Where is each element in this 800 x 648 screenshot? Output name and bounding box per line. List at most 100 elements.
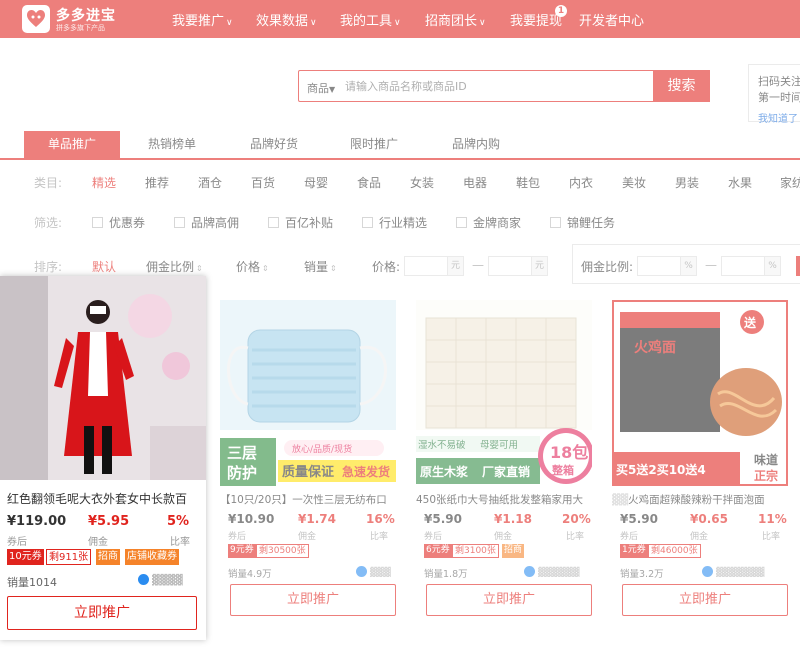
price-max-input[interactable]: 元 — [488, 256, 548, 276]
nav-label: 我要推广 — [172, 14, 225, 29]
checkbox[interactable] — [92, 217, 103, 228]
filter-koi-task[interactable]: 锦鲤任务 — [550, 214, 615, 231]
promote-button[interactable]: 立即推广 — [7, 596, 197, 630]
tab-limited[interactable]: 限时推广 — [326, 131, 422, 158]
unit-label: 元 — [447, 257, 463, 275]
category-item[interactable]: 内衣 — [569, 174, 593, 191]
category-item[interactable]: 美妆 — [622, 174, 646, 191]
checkbox[interactable] — [268, 217, 279, 228]
search-input[interactable] — [345, 72, 645, 100]
nav-label: 我的工具 — [340, 14, 393, 29]
rate-label: 比率 — [370, 532, 389, 542]
product-rate: 5% — [167, 514, 190, 529]
chevron-down-icon: ∨ — [226, 18, 233, 28]
coupon-tag: 6元券 — [424, 544, 452, 558]
sort-default[interactable]: 默认 — [92, 258, 116, 275]
product-card[interactable]: 湿水不易破 母婴可用 原生木浆 厂家直销 18包 整箱 450张纸巾大号抽纸批发… — [416, 300, 592, 622]
product-price: ¥5.90 — [620, 512, 658, 526]
checkbox[interactable] — [456, 217, 467, 228]
product-image[interactable]: 三层 防护 放心/品质/现货 质量保证 急速发货 — [220, 300, 396, 486]
logo-icon — [27, 10, 45, 27]
nav-data[interactable]: 效果数据 ∨ — [256, 10, 317, 29]
commission-min-input[interactable]: % — [637, 256, 697, 276]
promote-button[interactable]: 立即推广 — [426, 584, 592, 616]
qr-line-2: 第一时间 — [758, 91, 800, 104]
promote-button[interactable]: 立即推广 — [230, 584, 396, 616]
nav-recruit[interactable]: 招商团长 ∨ — [425, 10, 486, 29]
shop-name[interactable]: ▓▓▓▓▓▓▓ — [702, 566, 764, 578]
sort-sales[interactable]: 销量 ⇕ — [304, 258, 337, 275]
price-min-input[interactable]: 元 — [404, 256, 464, 276]
image-text-d: 质量保证 — [282, 464, 334, 480]
checkbox[interactable] — [550, 217, 561, 228]
search-category-select[interactable]: 商品▼ — [307, 80, 335, 96]
checkbox[interactable] — [174, 217, 185, 228]
product-title[interactable]: ▓▓火鸡面超辣酸辣粉干拌面泡面 — [612, 492, 788, 507]
category-item[interactable]: 男装 — [675, 174, 699, 191]
category-item[interactable]: 家纺 — [780, 174, 800, 191]
nav-tools[interactable]: 我的工具 ∨ — [340, 10, 401, 29]
shop-name[interactable]: ▓▓▓▓▓▓ — [524, 566, 580, 578]
tab-hot-list[interactable]: 热销榜单 — [124, 131, 220, 158]
commission-max-input[interactable]: % — [721, 256, 781, 276]
filter-brand-commission[interactable]: 品牌高佣 — [174, 214, 239, 231]
sort-arrows-icon: ⇕ — [196, 264, 203, 273]
nav-withdraw[interactable]: 我要提现 — [510, 10, 562, 29]
category-item[interactable]: 食品 — [357, 174, 381, 191]
brand-logo[interactable] — [22, 5, 50, 33]
category-item[interactable]: 推荐 — [145, 174, 169, 191]
product-title[interactable]: 450张纸巾大号抽纸批发整箱家用大 — [416, 492, 592, 507]
after-coupon-label: 券后 — [620, 532, 639, 542]
filter-gold-merchant[interactable]: 金牌商家 — [456, 214, 521, 231]
product-title[interactable]: 【10只/20只】一次性三层无纺布口 — [220, 492, 396, 507]
product-card[interactable]: 火鸡面 送 买5送2买10送4 味道 正宗 ▓▓火鸡面超辣酸辣粉干拌面泡面 ¥5… — [612, 300, 788, 622]
image-text-e: 18包 — [550, 443, 588, 462]
shop-icon — [524, 566, 535, 577]
category-item[interactable]: 百货 — [251, 174, 275, 191]
sales-count: 销量1.8万 — [424, 569, 468, 580]
filter-industry[interactable]: 行业精选 — [362, 214, 427, 231]
product-card[interactable]: 三层 防护 放心/品质/现货 质量保证 急速发货 【10只/20只】一次性三层无… — [220, 300, 396, 622]
sort-price[interactable]: 价格 ⇕ — [236, 258, 269, 275]
product-rate: 16% — [366, 512, 395, 526]
category-item[interactable]: 水果 — [728, 174, 752, 191]
tab-single-product[interactable]: 单品推广 — [24, 131, 120, 158]
product-image[interactable] — [0, 276, 206, 480]
coupon-tag: 10元券 — [7, 549, 44, 565]
range-dash: — — [472, 258, 484, 272]
unit-label: % — [680, 257, 696, 275]
checkbox[interactable] — [362, 217, 373, 228]
nav-label: 开发者中心 — [579, 14, 645, 29]
highlighted-product-card[interactable]: 红色翻领毛呢大衣外套女中长款百 ¥119.00 ¥5.95 5% 券后 佣金 比… — [0, 276, 206, 640]
category-item[interactable]: 精选 — [92, 174, 116, 191]
shop-icon — [702, 566, 713, 577]
shop-name[interactable]: ▓▓▓ — [356, 566, 391, 578]
shop-name[interactable]: ▓▓▓▓ — [138, 574, 183, 586]
promote-button[interactable]: 立即推广 — [622, 584, 788, 616]
product-image[interactable]: 火鸡面 送 买5送2买10送4 味道 正宗 — [612, 300, 788, 486]
nav-label: 招商团长 — [425, 14, 478, 29]
category-item[interactable]: 酒仓 — [198, 174, 222, 191]
product-title[interactable]: 红色翻领毛呢大衣外套女中长款百 — [7, 490, 201, 507]
image-text-a: 三层 — [227, 444, 257, 462]
coupon-tag: 1元券 — [620, 544, 648, 558]
tab-brand-internal[interactable]: 品牌内购 — [428, 131, 524, 158]
filter-subsidy[interactable]: 百亿补贴 — [268, 214, 333, 231]
category-item[interactable]: 女装 — [410, 174, 434, 191]
image-text-b: 防护 — [227, 464, 257, 482]
sort-text: 销量 — [304, 260, 329, 274]
sort-commission[interactable]: 佣金比例 ⇕ — [146, 258, 203, 275]
redacted-text: ▓▓ — [612, 494, 629, 506]
category-item[interactable]: 鞋包 — [516, 174, 540, 191]
nav-promote[interactable]: 我要推广 ∨ — [172, 10, 233, 29]
filter-coupon[interactable]: 优惠券 — [92, 214, 145, 231]
category-item[interactable]: 母婴 — [304, 174, 328, 191]
remaining-tag: 剩3100张 — [452, 544, 499, 558]
product-image[interactable]: 湿水不易破 母婴可用 原生木浆 厂家直销 18包 整箱 — [416, 300, 592, 486]
qr-dismiss-link[interactable]: 我知道了 — [758, 110, 798, 125]
search-button[interactable]: 搜索 — [653, 70, 710, 102]
category-item[interactable]: 电器 — [463, 174, 487, 191]
tab-brand-goods[interactable]: 品牌好货 — [226, 131, 322, 158]
confirm-button[interactable] — [796, 256, 800, 276]
nav-developer[interactable]: 开发者中心 — [579, 10, 644, 29]
